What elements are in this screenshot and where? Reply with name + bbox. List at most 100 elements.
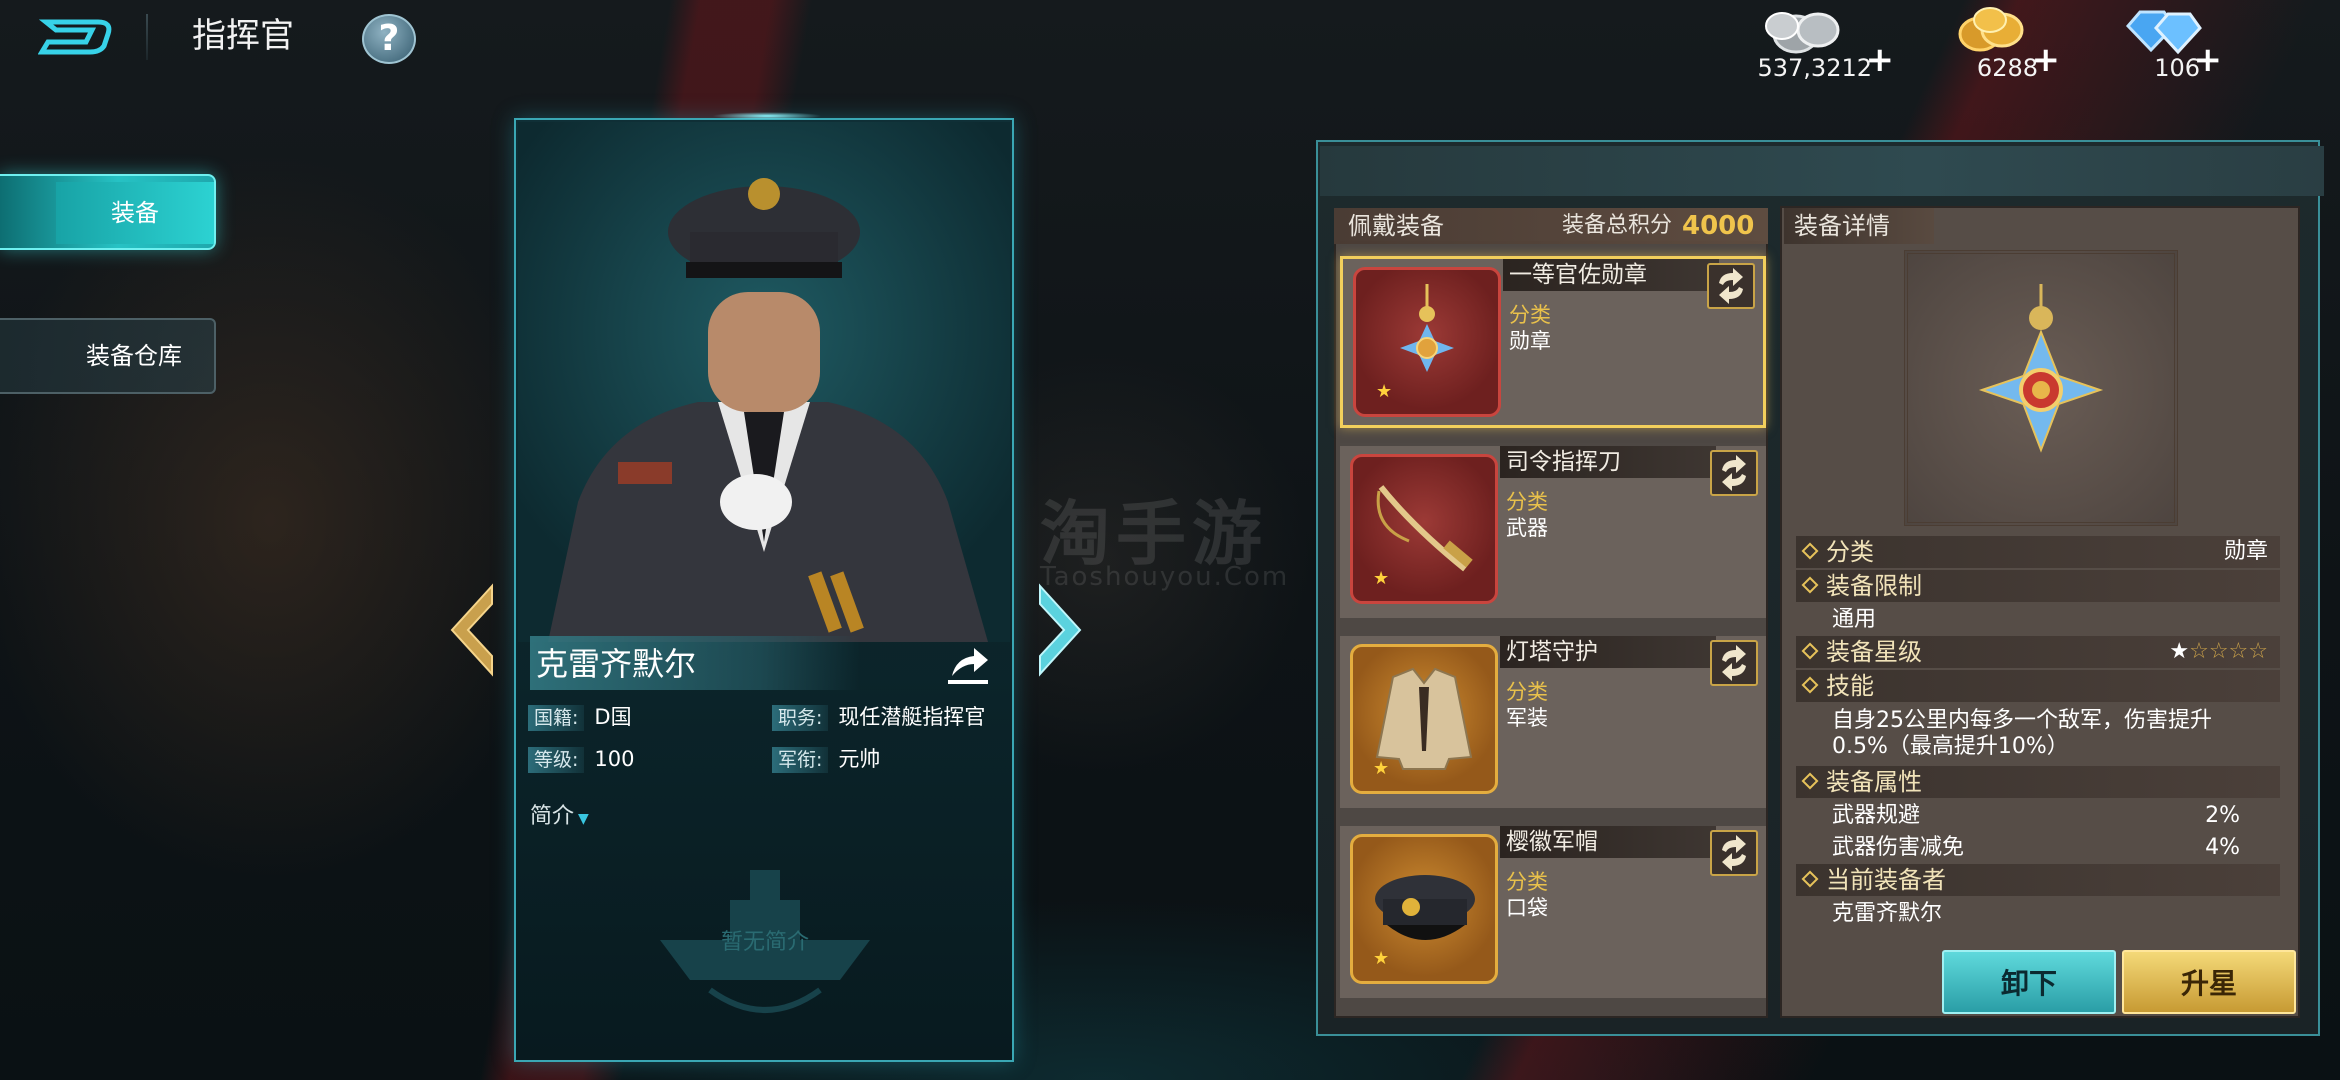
item-name: 樱徽军帽 [1506, 829, 1598, 855]
star-filled: ★ [2169, 639, 2190, 664]
item-name: 司令指挥刀 [1506, 449, 1621, 475]
swap-icon[interactable] [1710, 830, 1758, 876]
page-title: 指挥官 [192, 16, 294, 56]
intro-toggle[interactable]: 简介 ▼ [530, 798, 589, 830]
position-value: 现任潜艇指挥官 [838, 705, 986, 729]
next-commander-arrow[interactable] [1036, 582, 1086, 678]
diamond-bullet-icon [1801, 576, 1819, 594]
tab-warehouse-label: 装备仓库 [86, 342, 182, 370]
item-name: 一等官佐勋章 [1509, 262, 1647, 288]
caret-down-icon: ▼ [578, 811, 589, 827]
item-star: ★ [1373, 758, 1390, 779]
equipment-item[interactable]: ★ 樱徽军帽 分类 口袋 [1340, 826, 1766, 998]
silver-coins-icon [1744, 4, 1854, 60]
diamond-bullet-icon [1801, 772, 1819, 790]
item-category-value: 军装 [1506, 706, 1548, 730]
uniform-icon: ★ [1350, 644, 1498, 794]
restriction-value: 通用 [1832, 607, 1877, 632]
gold-amount: 6288 [1976, 54, 2038, 82]
silver-amount: 537,3212 [1757, 54, 1872, 82]
nationality-row: 国籍: D国 [528, 702, 632, 732]
diamond-bullet-icon [1801, 870, 1819, 888]
section-title: 装备限制 [1826, 572, 1922, 600]
item-category-value: 勋章 [1509, 329, 1551, 353]
section-title: 装备星级 [1826, 638, 1922, 666]
skill-text: 自身25公里内每多一个敌军，伤害提升0.5%（最高提升10%） [1832, 708, 2212, 759]
restriction-section: 装备限制 [1796, 570, 2280, 602]
saber-icon: ★ [1350, 454, 1498, 604]
item-star: ★ [1373, 568, 1390, 589]
attribute-name: 武器伤害减免 [1832, 835, 1965, 860]
attribute-section: 装备属性 [1796, 766, 2280, 798]
commander-portrait [518, 122, 1010, 642]
rank-row: 军衔: 元帅 [772, 744, 880, 774]
no-intro-text: 暂无简介 [720, 930, 809, 955]
equipment-item[interactable]: ★ 一等官佐勋章 分类 勋章 [1340, 256, 1766, 428]
watermark-sub: Taoshouyou.Com [1040, 562, 1290, 592]
equipment-panel-header [1320, 146, 2324, 196]
game-logo [37, 14, 118, 56]
diamond-bullet-icon [1801, 676, 1819, 694]
level-row: 等级: 100 [528, 744, 635, 774]
upgrade-star-button[interactable]: 升星 [2122, 950, 2296, 1014]
attribute-value: 2% [2205, 803, 2240, 828]
gold-currency[interactable]: 6288 + [1950, 4, 2060, 84]
skill-section: 技能 [1796, 670, 2280, 702]
silver-currency[interactable]: 537,3212 + [1744, 4, 1894, 84]
star-level-section: 装备星级 ★☆☆☆☆ [1796, 636, 2280, 668]
item-star: ★ [1373, 948, 1390, 969]
help-button[interactable]: ? [362, 14, 416, 64]
diamond-currency[interactable]: 106 + [2118, 4, 2222, 84]
diamond-bullet-icon [1801, 542, 1819, 560]
star-empty: ☆☆☆☆ [2189, 639, 2268, 664]
attribute-value: 4% [2205, 835, 2240, 860]
header-divider [146, 14, 148, 60]
section-title: 分类 [1826, 538, 1874, 566]
add-silver-button[interactable]: + [1866, 40, 1895, 80]
diamond-bullet-icon [1801, 642, 1819, 660]
score-label: 装备总积分 [1562, 213, 1673, 238]
equipment-item[interactable]: ★ 灯塔守护 分类 军装 [1340, 636, 1766, 808]
section-title: 装备属性 [1826, 768, 1922, 796]
worn-title: 佩戴装备 [1348, 212, 1444, 240]
position-row: 职务: 现任潜艇指挥官 [772, 702, 985, 732]
item-star: ★ [1376, 381, 1393, 402]
wearer-value: 克雷齐默尔 [1832, 901, 1943, 926]
cap-icon: ★ [1350, 834, 1498, 984]
attribute-row: 武器规避 2% [1796, 800, 2280, 832]
item-category-value: 口袋 [1506, 896, 1548, 920]
attribute-row: 武器伤害减免 4% [1796, 832, 2280, 864]
unequip-button[interactable]: 卸下 [1942, 950, 2116, 1014]
star-rating: ★☆☆☆☆ [2169, 636, 2268, 668]
swap-icon[interactable] [1707, 263, 1755, 309]
category-value: 勋章 [2223, 539, 2268, 564]
level-label: 等级: [528, 747, 585, 773]
medal-icon: ★ [1353, 267, 1501, 417]
swap-icon[interactable] [1710, 640, 1758, 686]
item-name: 灯塔守护 [1506, 639, 1598, 665]
intro-label: 简介 [530, 804, 575, 829]
detail-attributes: 分类 勋章 装备限制 通用 装备星级 ★☆☆☆☆ 技能 自身25公里内每多一个敌… [1796, 536, 2280, 940]
level-value: 100 [594, 747, 635, 771]
rank-label: 军衔: [772, 747, 829, 773]
commander-name: 克雷齐默尔 [536, 645, 697, 683]
section-title: 技能 [1826, 672, 1874, 700]
share-icon[interactable] [942, 640, 994, 688]
tab-equipment-warehouse[interactable]: 装备仓库 [0, 318, 216, 394]
category-section: 分类 勋章 [1796, 536, 2280, 568]
add-diamond-button[interactable]: + [2194, 40, 2223, 80]
rank-value: 元帅 [838, 747, 881, 771]
card-glow [712, 112, 822, 120]
item-category-value: 武器 [1506, 516, 1548, 540]
section-title: 当前装备者 [1826, 866, 1946, 894]
prev-commander-arrow[interactable] [446, 582, 496, 678]
equipment-item[interactable]: ★ 司令指挥刀 分类 武器 [1340, 446, 1766, 618]
score-value: 4000 [1682, 211, 1755, 241]
nationality-label: 国籍: [528, 705, 585, 731]
tab-equipment[interactable]: 装备 [0, 174, 216, 250]
swap-icon[interactable] [1710, 450, 1758, 496]
nationality-value: D国 [594, 705, 632, 729]
detail-title: 装备详情 [1794, 212, 1890, 240]
medal-detail-icon [1904, 250, 2178, 526]
add-gold-button[interactable]: + [2032, 40, 2061, 80]
